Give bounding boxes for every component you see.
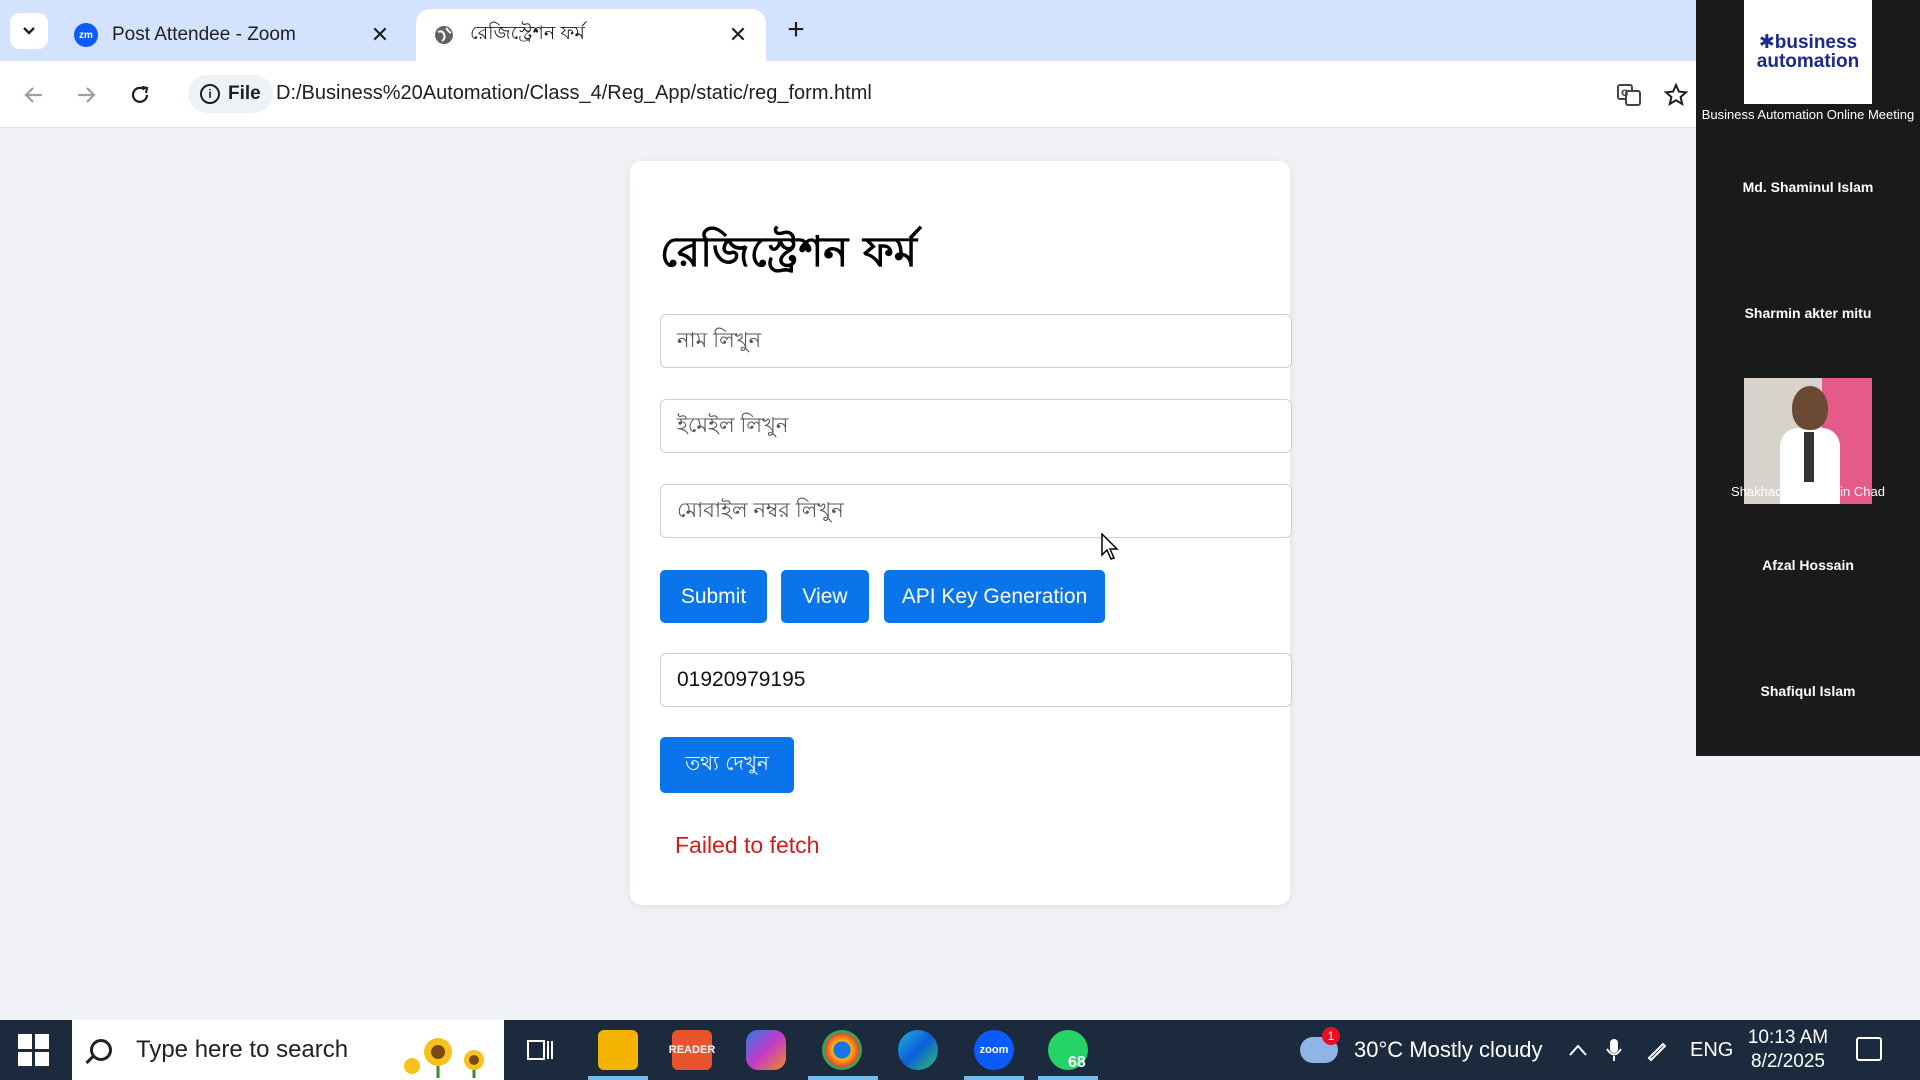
email-input[interactable]: ইমেইল লিখুন <box>660 399 1292 453</box>
chevron-down-icon <box>23 27 35 35</box>
address-bar[interactable]: i File D:/Business%20Automation/Class_4/… <box>180 69 1660 119</box>
site-info-label: File <box>228 83 261 104</box>
pen-icon[interactable] <box>1646 1020 1668 1080</box>
weather-alert-badge: 1 <box>1322 1027 1340 1045</box>
show-hidden-icons-button[interactable] <box>1568 1020 1588 1080</box>
participant-name[interactable]: Afzal Hossain <box>1696 557 1920 573</box>
tab-title: রেজিস্ট্রেশন ফর্ম <box>470 23 585 44</box>
error-message: Failed to fetch <box>675 832 820 858</box>
sunflower-icon <box>404 1038 484 1078</box>
reload-button[interactable] <box>122 77 158 113</box>
notification-center-icon[interactable] <box>1856 1037 1882 1061</box>
globe-icon <box>432 23 456 47</box>
close-tab-icon[interactable]: ✕ <box>368 22 392 48</box>
search-icon <box>90 1039 112 1061</box>
mouse-cursor-icon <box>1101 533 1119 560</box>
tab-title: Post Attendee - Zoom <box>112 24 296 45</box>
tab-registration-form[interactable]: রেজিস্ট্রেশন ফর্ম ✕ <box>416 9 766 61</box>
api-key-generation-button[interactable]: API Key Generation <box>884 570 1105 623</box>
system-clock[interactable]: 10:13 AM 8/2/2025 <box>1740 1026 1836 1074</box>
show-info-button[interactable]: তথ্য দেখুন <box>660 737 794 793</box>
microphone-icon[interactable] <box>1606 1020 1622 1080</box>
view-button[interactable]: View <box>781 570 869 623</box>
submit-button[interactable]: Submit <box>660 570 767 623</box>
edge-icon[interactable] <box>898 1030 938 1070</box>
business-automation-logo: ✱business automation <box>1744 0 1872 104</box>
app-active-indicator <box>964 1076 1024 1080</box>
participant-name: Shakhaoyat Hossain Chad <box>1731 484 1885 499</box>
translate-icon: G <box>1617 84 1641 106</box>
whatsapp-badge: 68 <box>1068 1054 1086 1071</box>
browser-toolbar: i File D:/Business%20Automation/Class_4/… <box>0 61 1696 128</box>
translate-button[interactable]: G <box>1611 77 1647 113</box>
weather-text: 30°C Mostly cloudy <box>1354 1037 1543 1062</box>
new-tab-button[interactable]: + <box>780 14 812 46</box>
arrow-left-icon <box>24 87 42 103</box>
windows-start-icon[interactable] <box>18 1034 50 1066</box>
participant-name[interactable]: Md. Shaminul Islam <box>1696 179 1920 195</box>
file-explorer-icon[interactable] <box>598 1030 638 1070</box>
zoom-icon: zm <box>74 23 98 47</box>
reload-icon <box>131 85 149 103</box>
forward-button[interactable] <box>68 77 104 113</box>
page-title: রেজিস্ট্রেশন ফর্ম <box>660 227 918 276</box>
logo-line-1: ✱business <box>1758 32 1858 53</box>
registration-card: রেজিস্ট্রেশন ফর্ম নাম লিখুন ইমেইল লিখুন … <box>630 161 1292 905</box>
bookmark-button[interactable] <box>1658 77 1694 113</box>
back-button[interactable] <box>16 77 52 113</box>
search-placeholder: Type here to search <box>136 1036 349 1063</box>
url-text[interactable]: D:/Business%20Automation/Class_4/Reg_App… <box>276 82 872 105</box>
participant-name[interactable]: Sharmin akter mitu <box>1696 305 1920 321</box>
zoom-participant-panel: ✱business automation Business Automation… <box>1696 0 1920 756</box>
taskbar: Type here to search READER zoom 68 1 30°… <box>0 1020 1920 1080</box>
weather-widget[interactable]: 1 30°C Mostly cloudy <box>1300 1020 1543 1080</box>
tab-search-button[interactable] <box>10 13 48 49</box>
mobile-input[interactable]: মোবাইল নম্বর লিখুন <box>660 484 1292 538</box>
tab-post-attendee-zoom[interactable]: zm Post Attendee - Zoom ✕ <box>58 9 408 61</box>
app-active-indicator <box>808 1076 878 1080</box>
copilot-icon[interactable] <box>746 1030 786 1070</box>
reader-icon[interactable]: READER <box>669 1030 715 1070</box>
clock-date: 8/2/2025 <box>1751 1051 1825 1072</box>
app-active-indicator <box>588 1076 648 1080</box>
task-view-icon[interactable] <box>520 1030 560 1070</box>
lookup-input[interactable]: 01920979195 <box>660 653 1292 707</box>
language-indicator[interactable]: ENG <box>1690 1020 1733 1080</box>
clock-time: 10:13 AM <box>1747 1027 1829 1048</box>
logo-line-2: automation <box>1756 51 1860 72</box>
browser-tab-strip: zm Post Attendee - Zoom ✕ রেজিস্ট্রেশন ফ… <box>0 0 1696 61</box>
arrow-right-icon <box>78 87 96 103</box>
close-tab-icon[interactable]: ✕ <box>726 22 750 48</box>
meeting-name: Business Automation Online Meeting <box>1701 107 1915 122</box>
zoom-taskbar-icon[interactable]: zoom <box>974 1030 1014 1070</box>
chevron-up-icon <box>1569 1044 1587 1056</box>
participant-name[interactable]: Shafiqul Islam <box>1696 683 1920 699</box>
svg-text:G: G <box>1621 89 1628 99</box>
cloud-icon: 1 <box>1300 1027 1340 1063</box>
star-icon <box>1664 83 1688 107</box>
name-input[interactable]: নাম লিখুন <box>660 314 1292 368</box>
info-icon: i <box>200 84 220 104</box>
site-info-chip[interactable]: i File <box>188 75 273 113</box>
chrome-icon[interactable] <box>822 1030 862 1070</box>
app-active-indicator <box>1038 1076 1098 1080</box>
